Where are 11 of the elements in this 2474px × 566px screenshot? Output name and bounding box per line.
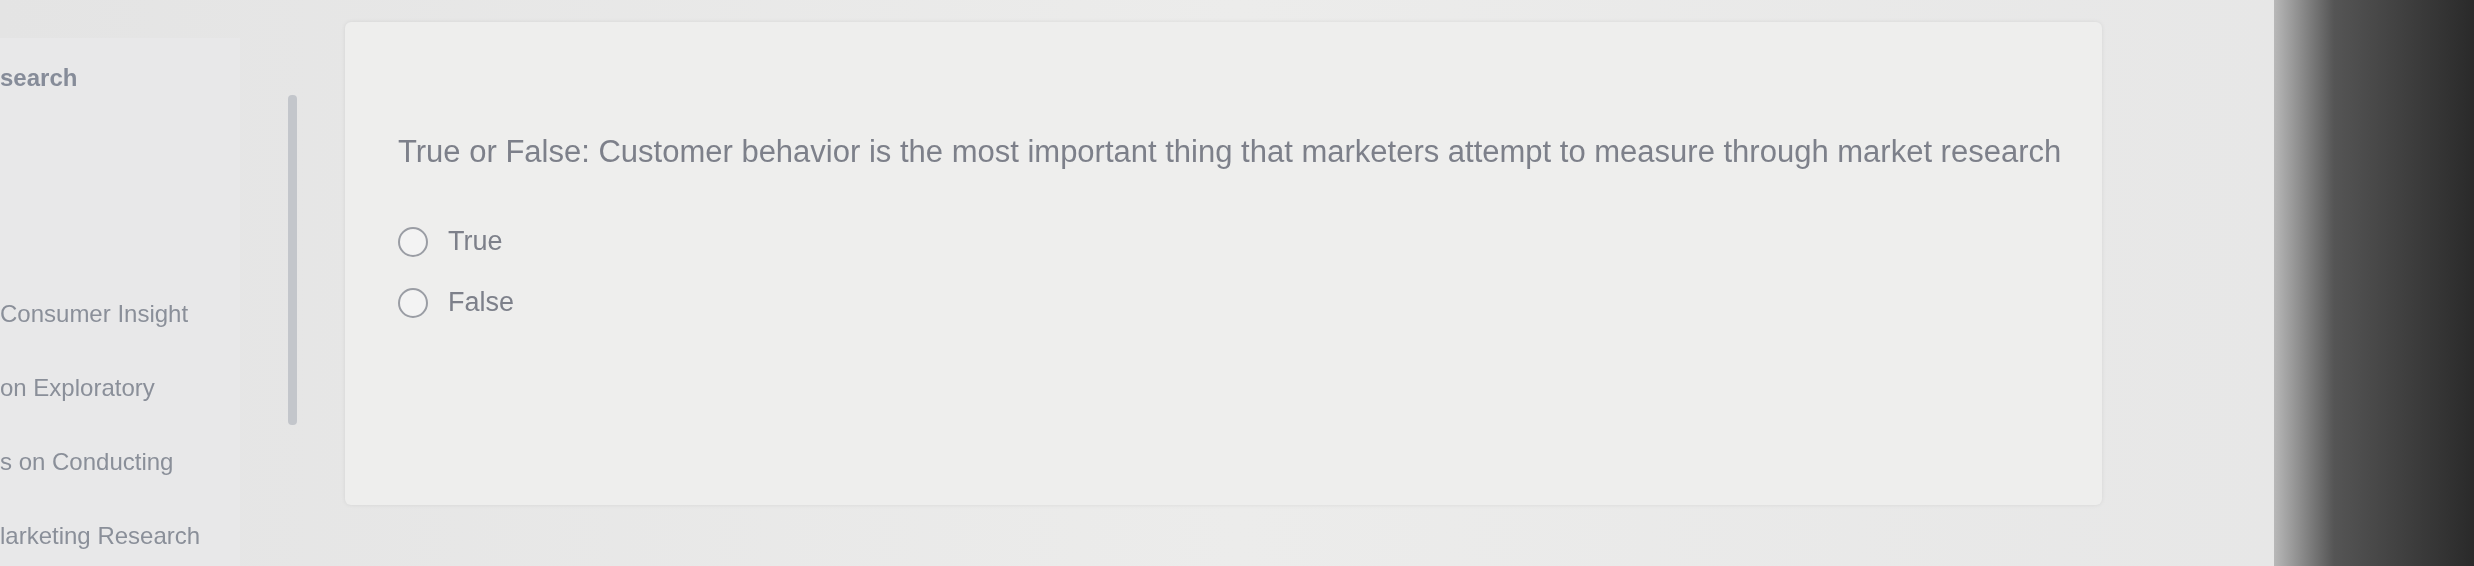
answer-option[interactable]: False: [398, 287, 515, 318]
sidebar-item[interactable]: s on Conducting: [0, 448, 240, 476]
radio-button[interactable]: [398, 287, 428, 318]
sidebar-item[interactable]: larketing Research: [0, 522, 240, 550]
sidebar-item[interactable]: search: [0, 64, 240, 92]
sidebar-item[interactable]: on Exploratory: [0, 374, 240, 402]
answer-option[interactable]: True: [398, 226, 503, 257]
sidebar-item[interactable]: Consumer Insight: [0, 300, 240, 328]
question-text: True or False: Customer behavior is the most important thing that marketers attempt to measure through market research: [398, 133, 2063, 171]
scrollbar[interactable]: [288, 95, 297, 425]
radio-button[interactable]: [398, 226, 428, 257]
